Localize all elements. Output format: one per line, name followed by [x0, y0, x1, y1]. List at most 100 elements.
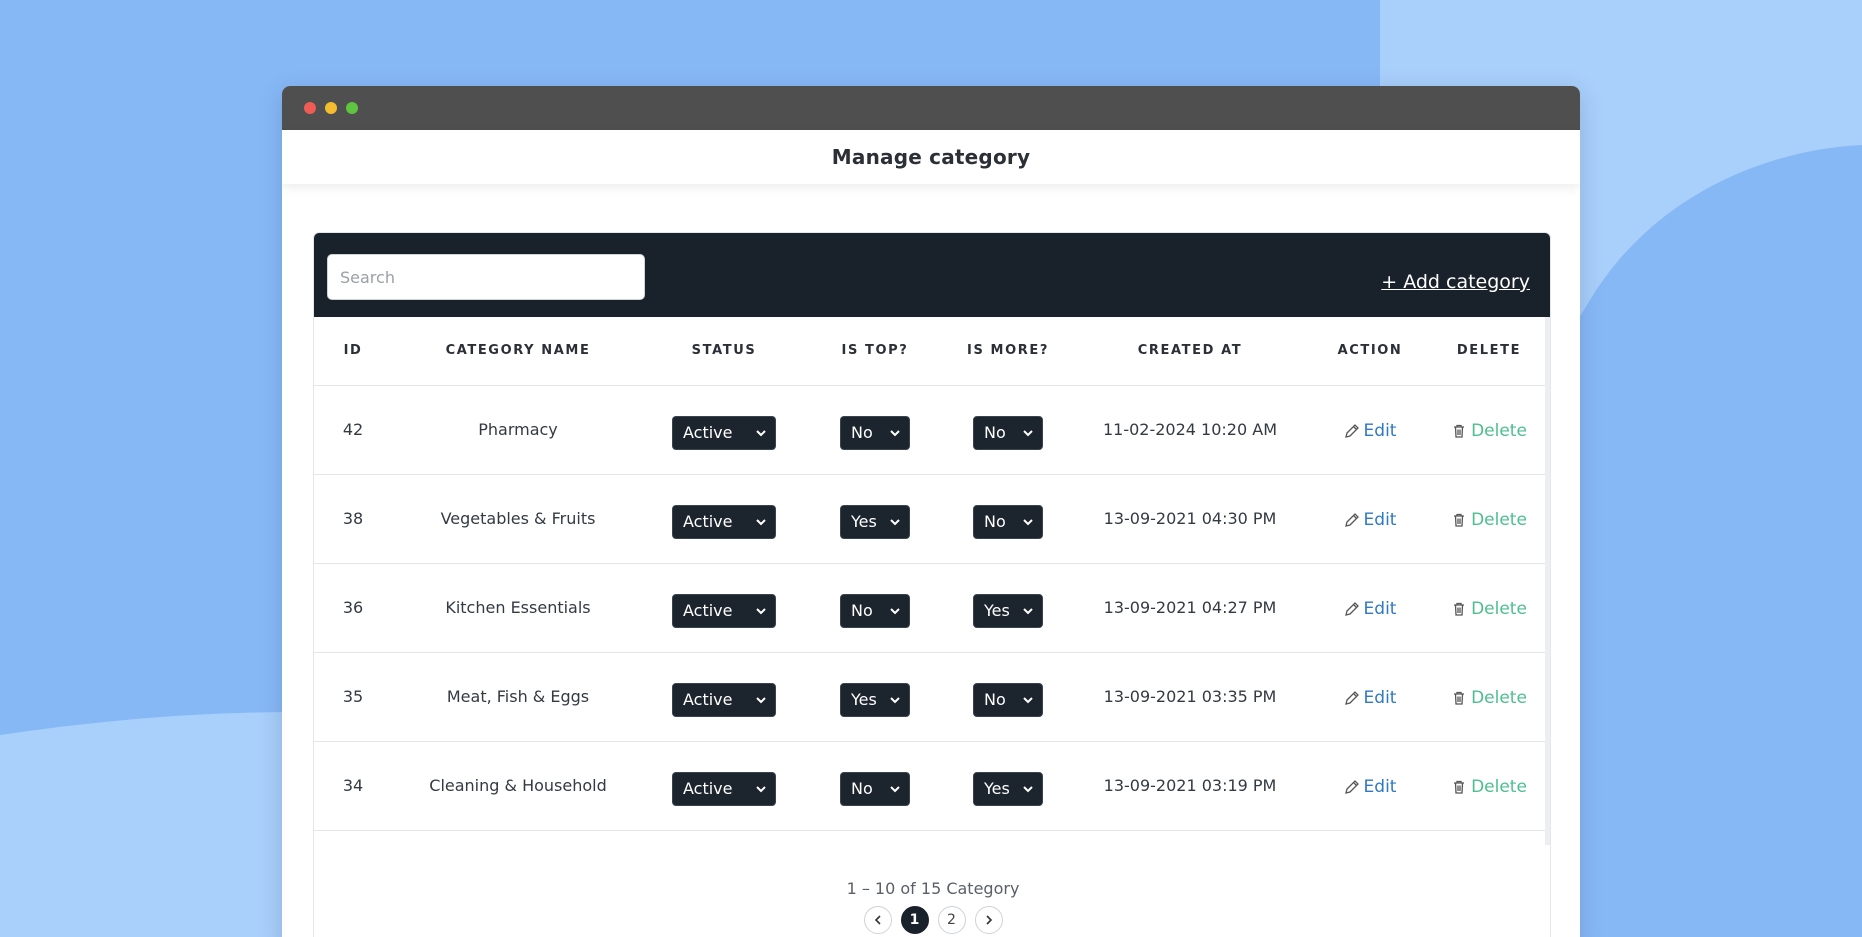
chevron-down-icon — [756, 607, 766, 614]
cell-is-top: No — [804, 741, 946, 831]
is-more-select[interactable]: Yes — [973, 593, 1043, 628]
edit-button[interactable]: Edit — [1344, 777, 1396, 797]
maximize-window-button[interactable] — [346, 102, 358, 114]
cell-category-name: Meat, Fish & Eggs — [392, 652, 644, 742]
is-top-select-value: No — [851, 423, 873, 442]
row-created-at: 13-09-2021 04:30 PM — [1103, 509, 1277, 528]
cell-delete: Delete — [1430, 563, 1548, 653]
cell-category-name: Kitchen Essentials — [392, 563, 644, 653]
delete-button[interactable]: Delete — [1451, 777, 1527, 797]
row-id: 34 — [342, 776, 364, 795]
table-header-row: ID CATEGORY NAME STATUS IS TOP? IS MORE?… — [314, 317, 1548, 386]
cell-is-more: Yes — [946, 741, 1070, 831]
chevron-down-icon — [890, 429, 900, 436]
pagination-range-text: 1 – 10 of 15 Category — [846, 879, 1020, 898]
is-top-select[interactable]: Yes — [840, 504, 910, 539]
chevron-down-icon — [890, 785, 900, 792]
status-select-value: Active — [683, 690, 733, 709]
cell-action: Edit — [1310, 652, 1430, 742]
delete-label: Delete — [1471, 509, 1527, 530]
status-select-value: Active — [683, 601, 733, 620]
delete-button[interactable]: Delete — [1451, 688, 1527, 708]
row-created-at: 13-09-2021 04:27 PM — [1103, 598, 1277, 617]
edit-label: Edit — [1363, 687, 1397, 708]
cell-id: 38 — [314, 474, 392, 564]
row-category-name: Vegetables & Fruits — [440, 509, 596, 528]
edit-button[interactable]: Edit — [1344, 599, 1396, 619]
pencil-icon — [1344, 779, 1359, 794]
row-id: 35 — [342, 687, 364, 706]
cell-id: 34 — [314, 741, 392, 831]
is-top-select-value: No — [851, 601, 873, 620]
is-more-select-value: Yes — [984, 601, 1010, 620]
delete-label: Delete — [1471, 420, 1527, 441]
is-top-select[interactable]: No — [840, 415, 910, 450]
cell-category-name: Pharmacy — [392, 385, 644, 475]
cell-id: 36 — [314, 563, 392, 653]
row-id: 36 — [342, 598, 364, 617]
table-row: 36 Kitchen Essentials Active No Yes 13-0… — [314, 563, 1548, 653]
status-select[interactable]: Active — [672, 415, 776, 450]
window-titlebar — [282, 86, 1580, 130]
column-header-action: ACTION — [1310, 317, 1430, 386]
table-row: 38 Vegetables & Fruits Active Yes No 13-… — [314, 474, 1548, 564]
delete-button[interactable]: Delete — [1451, 599, 1527, 619]
cell-is-more: Yes — [946, 563, 1070, 653]
is-more-select[interactable]: No — [973, 682, 1043, 717]
cell-category-name: Vegetables & Fruits — [392, 474, 644, 564]
column-header-status[interactable]: STATUS — [644, 317, 804, 386]
is-top-select-value: Yes — [851, 512, 877, 531]
edit-button[interactable]: Edit — [1344, 687, 1397, 708]
cell-status: Active — [644, 741, 804, 831]
is-top-select[interactable]: Yes — [840, 682, 910, 717]
is-more-select[interactable]: Yes — [973, 771, 1043, 806]
next-page-button[interactable] — [974, 906, 1003, 934]
prev-page-button[interactable] — [863, 906, 892, 934]
edit-button[interactable]: Edit — [1344, 510, 1396, 530]
is-more-select-value: Yes — [984, 779, 1010, 798]
chevron-down-icon — [890, 518, 900, 525]
status-select[interactable]: Active — [672, 504, 776, 539]
edit-button[interactable]: Edit — [1344, 421, 1396, 441]
minimize-window-button[interactable] — [325, 102, 337, 114]
pagination-footer: 1 – 10 of 15 Category 1 2 — [314, 845, 1550, 934]
is-top-select[interactable]: No — [840, 593, 910, 628]
page-button-1[interactable]: 1 — [900, 906, 929, 934]
table-scrollbar[interactable] — [1545, 317, 1550, 845]
is-more-select[interactable]: No — [973, 415, 1043, 450]
is-top-select[interactable]: No — [840, 771, 910, 806]
chevron-down-icon — [756, 429, 766, 436]
pencil-icon — [1344, 601, 1359, 616]
status-select[interactable]: Active — [672, 682, 776, 717]
trash-icon — [1454, 424, 1465, 438]
row-id: 38 — [342, 509, 364, 528]
is-more-select[interactable]: No — [973, 504, 1043, 539]
cell-is-more: No — [946, 474, 1070, 564]
status-select[interactable]: Active — [672, 593, 776, 628]
add-category-link[interactable]: + Add category — [1381, 271, 1530, 293]
chevron-down-icon — [890, 696, 900, 703]
delete-button[interactable]: Delete — [1451, 510, 1527, 530]
status-select[interactable]: Active — [672, 771, 776, 806]
row-created-at: 11-02-2024 10:20 AM — [1102, 420, 1277, 439]
cell-is-top: No — [804, 385, 946, 475]
column-header-is-more[interactable]: IS MORE? — [946, 317, 1070, 386]
column-header-created-at[interactable]: CREATED AT — [1070, 317, 1310, 386]
status-select-value: Active — [683, 512, 733, 531]
table-toolbar: + Add category — [314, 233, 1550, 317]
cell-created-at: 11-02-2024 10:20 AM — [1070, 385, 1310, 475]
cell-action: Edit — [1310, 563, 1430, 653]
table-row: 34 Cleaning & Household Active No Yes 13… — [314, 741, 1548, 831]
delete-button[interactable]: Delete — [1451, 421, 1527, 441]
column-header-is-top[interactable]: IS TOP? — [804, 317, 946, 386]
cell-action: Edit — [1310, 474, 1430, 564]
row-created-at: 13-09-2021 03:19 PM — [1103, 776, 1277, 795]
column-header-category-name[interactable]: CATEGORY NAME — [392, 317, 644, 386]
close-window-button[interactable] — [304, 102, 316, 114]
chevron-down-icon — [756, 785, 766, 792]
page-button-2[interactable]: 2 — [937, 906, 966, 934]
column-header-id[interactable]: ID — [314, 317, 392, 386]
cell-action: Edit — [1310, 741, 1430, 831]
trash-icon — [1454, 691, 1465, 705]
search-input[interactable] — [327, 254, 645, 300]
